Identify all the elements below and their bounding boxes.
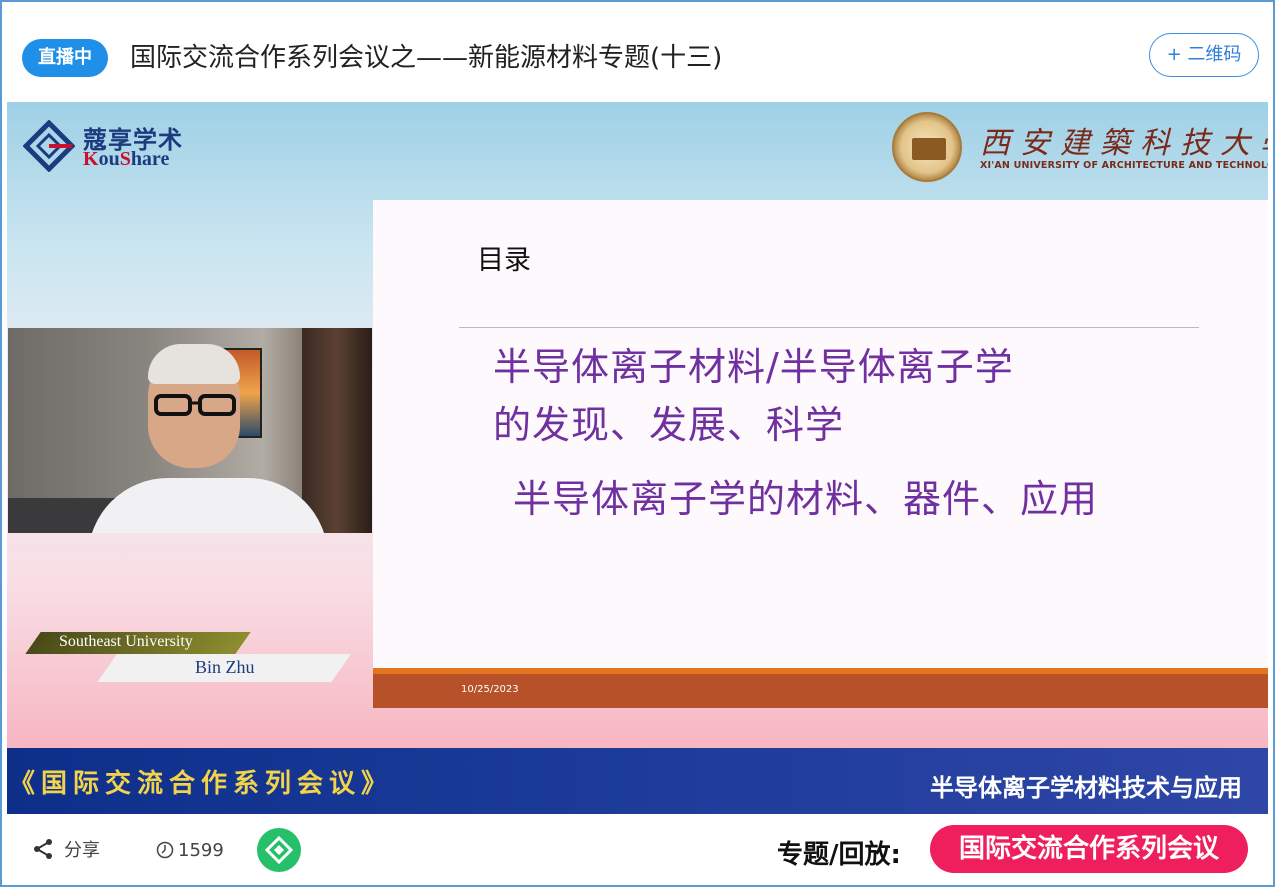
header: 直播中 国际交流合作系列会议之——新能源材料专题(十三) + 二维码 <box>2 2 1273 102</box>
speaker-video[interactable] <box>8 328 372 533</box>
slide-line-1: 半导体离子材料/半导体离子学 <box>493 345 1014 389</box>
page-title: 国际交流合作系列会议之——新能源材料专题(十三) <box>130 43 723 73</box>
glasses-icon <box>154 394 236 416</box>
slide-line-2: 的发现、发展、科学 <box>493 403 845 447</box>
banner-talk-title: 半导体离子学材料技术与应用 <box>930 774 1242 802</box>
conference-banner: 《国际交流合作系列会议》 半导体离子学材料技术与应用 <box>7 748 1268 814</box>
share-icon <box>34 839 52 859</box>
banner-series-title: 《国际交流合作系列会议》 <box>9 769 394 799</box>
speaker-university: Southeast University <box>59 633 193 650</box>
koushare-logo-en: KouShare <box>83 148 170 170</box>
xauat-logo-en: XI'AN UNIVERSITY OF ARCHITECTURE AND TEC… <box>980 160 1268 171</box>
slide-divider <box>459 327 1199 328</box>
bottom-bar: 分享 1599 专题/回放: 国际交流合作系列会议 <box>2 814 1273 885</box>
slide-line-3: 半导体离子学的材料、器件、应用 <box>513 477 1099 521</box>
university-seal-icon <box>892 112 962 182</box>
koushare-app-icon[interactable] <box>257 828 301 872</box>
view-count-value: 1599 <box>178 839 224 861</box>
slide-date: 10/25/2023 <box>461 684 519 695</box>
xauat-logo: 西安建築科技大學 XI'AN UNIVERSITY OF ARCHITECTUR… <box>892 108 1268 184</box>
curtain <box>302 328 372 533</box>
share-label: 分享 <box>64 840 100 861</box>
clock-icon <box>156 841 174 859</box>
topic-label: 专题/回放: <box>777 840 901 870</box>
share-button[interactable]: 分享 <box>32 836 100 862</box>
xauat-logo-cn: 西安建築科技大學 <box>980 126 1268 161</box>
qr-code-button[interactable]: + 二维码 <box>1149 33 1259 77</box>
presentation-slide: 目录 半导体离子材料/半导体离子学 的发现、发展、科学 半导体离子学的材料、器件… <box>373 200 1268 708</box>
live-badge: 直播中 <box>22 39 108 77</box>
topic-link-button[interactable]: 国际交流合作系列会议 <box>930 825 1248 873</box>
slide-footer: 10/25/2023 <box>373 674 1268 708</box>
koushare-logo: 蔻享学术 KouShare <box>23 118 213 174</box>
speaker-hair <box>148 344 240 384</box>
koushare-logo-icon <box>23 120 75 172</box>
speaker-name: Bin Zhu <box>195 657 255 677</box>
view-count: 1599 <box>156 838 224 862</box>
live-stream-stage: 蔻享学术 KouShare 西安建築科技大學 XI'AN UNIVERSITY … <box>7 102 1268 748</box>
speaker-body <box>88 478 328 533</box>
slide-heading: 目录 <box>477 245 531 276</box>
